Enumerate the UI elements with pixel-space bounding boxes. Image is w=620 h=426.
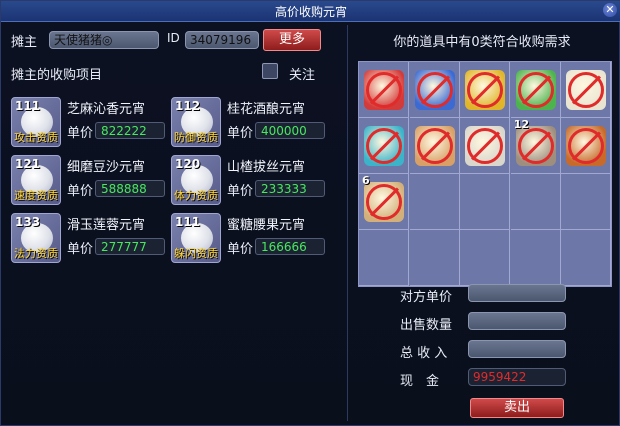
inventory-slot[interactable] — [561, 230, 612, 286]
yuanxiao-icon[interactable]: 111 攻击资质 — [11, 97, 61, 147]
item-name: 山楂拔丝元宵 — [227, 160, 306, 175]
inventory-slot[interactable] — [409, 174, 460, 230]
item-name: 芝麻沁香元宵 — [67, 102, 146, 117]
inventory-slot[interactable] — [460, 230, 511, 286]
close-icon: ✕ — [605, 3, 615, 16]
match-header: 你的道具中有0类符合收购需求 — [393, 35, 571, 50]
inventory-slot[interactable] — [561, 174, 612, 230]
inventory-slot[interactable] — [460, 62, 511, 118]
unit-price-label: 单价 — [227, 184, 254, 199]
inventory-slot[interactable]: 6 — [359, 174, 409, 230]
item-attribute-tag: 躲闪资质 — [174, 247, 218, 260]
follow-label: 关注 — [289, 68, 316, 83]
owner-name-field: 天使猪猪◎ — [49, 31, 159, 49]
item-name: 蜜糖腰果元宵 — [227, 218, 306, 233]
inventory-slot[interactable] — [409, 230, 460, 286]
id-label: ID — [167, 31, 180, 45]
inventory-grid: 12 6 — [358, 61, 612, 287]
inventory-slot[interactable] — [409, 62, 460, 118]
section-title: 摊主的收购项目 — [11, 68, 103, 83]
total-income-field — [468, 340, 566, 358]
unit-price-label: 单价 — [67, 184, 94, 199]
quantity-label: 出售数量 — [400, 318, 453, 333]
window-title: 高价收购元宵 — [274, 5, 347, 19]
owner-label: 摊主 — [11, 35, 38, 50]
item-price: 233333 — [255, 180, 325, 197]
quantity-input[interactable] — [468, 312, 566, 330]
inventory-slot[interactable] — [561, 62, 612, 118]
close-button[interactable]: ✕ — [603, 3, 617, 17]
yuanxiao-icon[interactable]: 120 体力资质 — [171, 155, 221, 205]
title-bar: 高价收购元宵 ✕ — [1, 1, 620, 22]
item-attribute-tag: 速度资质 — [14, 189, 58, 202]
inventory-slot[interactable] — [561, 118, 612, 174]
item-attribute-tag: 攻击资质 — [14, 131, 58, 144]
item-count: 12 — [513, 118, 530, 131]
unit-price-label: 对方单价 — [400, 290, 453, 305]
inventory-slot[interactable] — [510, 174, 561, 230]
inventory-slot[interactable] — [510, 230, 561, 286]
yuanxiao-icon[interactable]: 121 速度资质 — [11, 155, 61, 205]
unit-price-label: 单价 — [67, 126, 94, 141]
more-button[interactable]: 更多 — [263, 29, 321, 51]
inventory-slot[interactable] — [409, 118, 460, 174]
item-price: 588888 — [95, 180, 165, 197]
unit-price-field — [468, 284, 566, 302]
purchase-window: 高价收购元宵 ✕ 摊主 天使猪猪◎ ID 34079196 更多 摊主的收购项目… — [0, 0, 620, 426]
sell-button[interactable]: 卖出 — [470, 398, 564, 418]
item-name: 细磨豆沙元宵 — [67, 160, 146, 175]
inventory-slot[interactable] — [359, 118, 409, 174]
yuanxiao-icon[interactable]: 133 法力资质 — [11, 213, 61, 263]
inventory-slot[interactable] — [460, 174, 511, 230]
item-price: 822222 — [95, 122, 165, 139]
item-level: 133 — [15, 215, 41, 229]
cash-field: 9959422 — [468, 368, 566, 386]
inventory-slot[interactable] — [359, 62, 409, 118]
purchase-item[interactable]: 111 躲闪资质 蜜糖腰果元宵 单价 166666 — [171, 213, 331, 265]
right-panel: 你的道具中有0类符合收购需求 12 6 对方单价 出售数量 总 收 入 现 金 9… — [347, 25, 616, 421]
item-name: 滑玉莲蓉元宵 — [67, 218, 146, 233]
inventory-slot[interactable] — [359, 230, 409, 286]
item-price: 166666 — [255, 238, 325, 255]
unit-price-label: 单价 — [67, 242, 94, 257]
item-level: 112 — [175, 99, 201, 113]
item-attribute-tag: 法力资质 — [14, 247, 58, 260]
item-name: 桂花酒酿元宵 — [227, 102, 306, 117]
purchase-item[interactable]: 121 速度资质 细磨豆沙元宵 单价 588888 — [11, 155, 171, 207]
item-price: 400000 — [255, 122, 325, 139]
item-count: 6 — [362, 174, 370, 187]
left-panel: 摊主 天使猪猪◎ ID 34079196 更多 摊主的收购项目 关注 111 攻击… — [9, 25, 341, 421]
item-level: 111 — [15, 99, 41, 113]
purchase-item[interactable]: 111 攻击资质 芝麻沁香元宵 单价 822222 — [11, 97, 171, 149]
yuanxiao-icon[interactable]: 112 防御资质 — [171, 97, 221, 147]
purchase-item[interactable]: 120 体力资质 山楂拔丝元宵 单价 233333 — [171, 155, 331, 207]
purchase-item[interactable]: 133 法力资质 滑玉莲蓉元宵 单价 277777 — [11, 213, 171, 265]
inventory-slot[interactable] — [460, 118, 511, 174]
cash-label: 现 金 — [400, 374, 440, 389]
yuanxiao-icon[interactable]: 111 躲闪资质 — [171, 213, 221, 263]
inventory-slot[interactable] — [510, 62, 561, 118]
item-attribute-tag: 体力资质 — [174, 189, 218, 202]
total-income-label: 总 收 入 — [400, 346, 448, 361]
item-level: 121 — [15, 157, 41, 171]
unit-price-label: 单价 — [227, 126, 254, 141]
item-price: 277777 — [95, 238, 165, 255]
purchase-item[interactable]: 112 防御资质 桂花酒酿元宵 单价 400000 — [171, 97, 331, 149]
item-level: 111 — [175, 215, 201, 229]
item-attribute-tag: 防御资质 — [174, 131, 218, 144]
item-level: 120 — [175, 157, 201, 171]
id-field: 34079196 — [185, 31, 259, 49]
unit-price-label: 单价 — [227, 242, 254, 257]
follow-checkbox[interactable] — [262, 63, 278, 79]
inventory-slot[interactable]: 12 — [510, 118, 561, 174]
